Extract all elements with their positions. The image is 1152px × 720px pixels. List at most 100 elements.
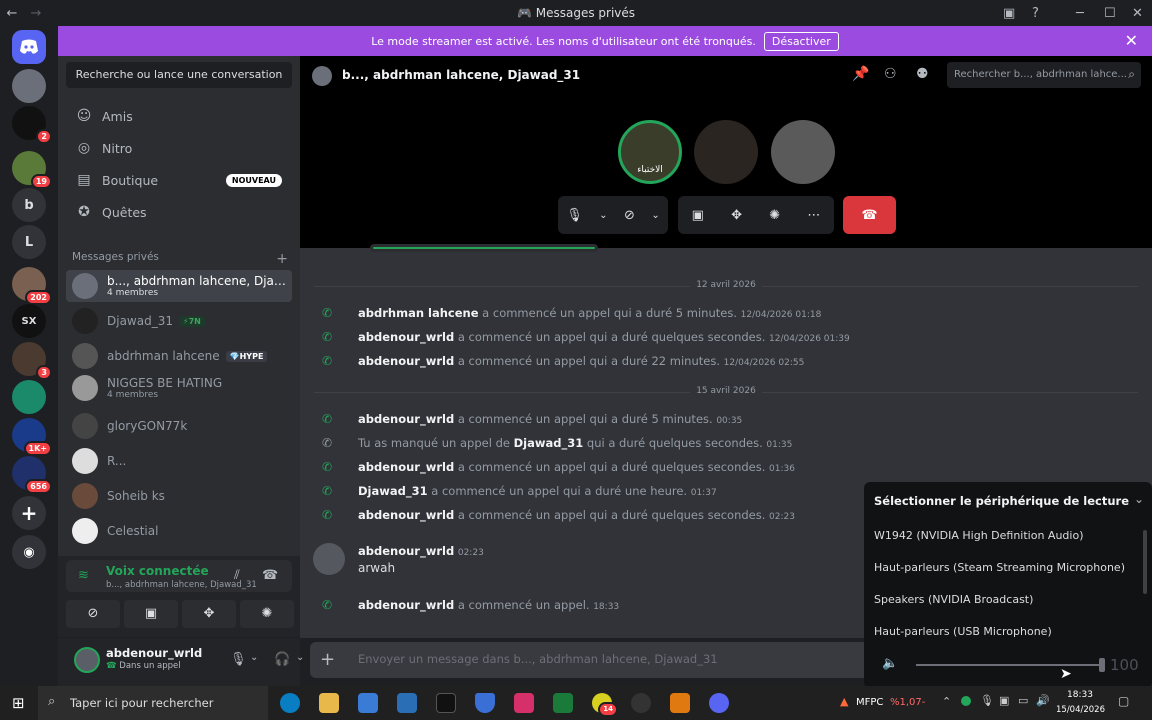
server-icon[interactable]: 19 (12, 151, 52, 189)
dm-item[interactable]: gloryGON77k (66, 410, 292, 442)
camera-off-icon: ⊘ (624, 207, 635, 223)
noise-suppression-icon[interactable]: ⫽ (234, 568, 240, 583)
nav-quests[interactable]: ✪ Quêtes (66, 197, 292, 227)
server-icon[interactable]: L (12, 225, 46, 259)
phone-icon: ✆ (322, 460, 333, 474)
message-input[interactable]: Envoyer un message dans b..., abdrhman l… (358, 652, 718, 666)
volume-icon[interactable]: 🔊 (1036, 694, 1050, 707)
server-icon[interactable] (12, 380, 46, 414)
close-window-button[interactable]: ✕ (1132, 0, 1143, 26)
dm-item[interactable]: abdrhman lahcene 💎HYPE (66, 340, 292, 372)
device-option[interactable]: Speakers (NVIDIA Broadcast) (874, 593, 1033, 606)
server-icon[interactable]: b (12, 188, 46, 222)
clock-time[interactable]: 18:33 (1058, 690, 1102, 700)
store-icon[interactable] (358, 693, 378, 713)
clock-date[interactable]: 15/04/2026 (1056, 705, 1105, 715)
disconnect-icon[interactable]: ☎ (262, 568, 278, 583)
activities-button[interactable]: ✥ (182, 600, 236, 628)
add-dm-button[interactable]: + (276, 251, 288, 267)
nav-friends[interactable]: ☺ Amis (66, 101, 292, 131)
maximize-button[interactable]: ☐ (1104, 0, 1116, 26)
tray-icon[interactable]: ▣ (999, 694, 1009, 707)
close-banner-icon[interactable]: ✕ (1125, 31, 1138, 50)
instagram-icon[interactable] (514, 693, 534, 713)
upload-plus-icon[interactable]: + (320, 649, 335, 670)
mic-toggle[interactable]: 🎙 ⌄ ⊘ ⌄ (558, 196, 668, 234)
headset-icon[interactable]: 🎧 (274, 652, 290, 667)
call-actions[interactable]: ▣ ✥ ✺ ⋯ (678, 196, 834, 234)
members-icon[interactable]: ⚉ (916, 66, 929, 82)
volume-knob[interactable] (1099, 658, 1105, 672)
server-icon[interactable]: 2 (12, 106, 52, 144)
inbox-icon[interactable]: ▣ (1003, 0, 1015, 26)
pin-icon[interactable]: 📌 (852, 66, 869, 82)
voice-status[interactable]: Voix connectée (106, 564, 209, 578)
device-option[interactable]: Haut-parleurs (Steam Streaming Microphon… (874, 561, 1125, 574)
phone-icon: ✆ (322, 330, 333, 344)
help-icon[interactable]: ? (1032, 0, 1039, 26)
disable-streamer-button[interactable]: Désactiver (763, 31, 839, 51)
dm-item[interactable]: NIGGES BE HATING 4 membres (66, 372, 292, 404)
participant-avatar[interactable]: الاختباء (618, 120, 682, 184)
file-explorer-icon[interactable] (319, 693, 339, 713)
speaker-icon: 🔈 (882, 656, 899, 671)
dm-section-header: Messages privés + (72, 251, 288, 267)
server-icon[interactable]: 3 (12, 342, 52, 380)
avatar[interactable] (313, 543, 345, 575)
back-button[interactable]: ← (0, 6, 24, 21)
network-icon[interactable]: ▭ (1018, 694, 1028, 707)
hang-up-button[interactable]: ☎ (843, 196, 896, 234)
camera-off-button[interactable]: ⊘ (66, 600, 120, 628)
mail-icon[interactable] (397, 693, 417, 713)
server-icon[interactable]: 656 (12, 456, 52, 494)
nav-shop[interactable]: ▤ Boutique NOUVEAU (66, 165, 292, 195)
windows-start-icon[interactable]: ⊞ (12, 694, 25, 712)
app-icon[interactable]: 14 (592, 693, 618, 717)
chat-title[interactable]: b..., abdrhman lahcene, Djawad_31 (342, 68, 580, 82)
screen-share-button[interactable]: ▣ (124, 600, 178, 628)
taskbar-search[interactable]: ⌕ Taper ici pour rechercher (38, 686, 268, 720)
dm-item[interactable]: R... (66, 445, 292, 477)
device-option[interactable]: Haut-parleurs (USB Microphone) (874, 625, 1052, 638)
notification-icon[interactable]: ▢ (1118, 694, 1129, 708)
tiktok-icon[interactable] (436, 693, 456, 713)
discord-home-icon[interactable] (12, 30, 46, 64)
soundboard-button[interactable]: ✺ (240, 600, 294, 628)
discord-taskbar-icon[interactable] (709, 693, 729, 713)
edge-icon[interactable] (280, 693, 300, 713)
vlc-icon[interactable] (670, 693, 690, 713)
find-conversation-button[interactable]: Recherche ou lance une conversation (66, 62, 292, 88)
forward-button[interactable]: → (24, 6, 48, 21)
add-friends-icon[interactable]: ⚇ (884, 66, 897, 82)
server-icon[interactable] (12, 69, 46, 103)
nav-nitro[interactable]: ◎ Nitro (66, 133, 292, 163)
phone-icon: ✆ (322, 354, 333, 368)
app-icon[interactable] (631, 693, 651, 713)
chevron-up-icon[interactable]: ⌃ (942, 695, 951, 708)
dm-item[interactable]: Djawad_31 ⚡7N (66, 305, 292, 337)
status-dot-icon[interactable] (961, 696, 971, 706)
app-icon[interactable] (553, 693, 573, 713)
server-icon[interactable]: 202 (12, 267, 52, 305)
security-icon[interactable] (475, 693, 495, 713)
dm-item[interactable]: b..., abdrhman lahcene, Djawad... 4 membr… (66, 270, 292, 302)
dm-item[interactable]: Celestial (66, 515, 292, 547)
avatar[interactable] (74, 647, 100, 673)
chevron-down-icon[interactable]: ⌄ (250, 652, 258, 663)
device-option[interactable]: W1942 (NVIDIA High Definition Audio) (874, 529, 1084, 542)
participant-avatar[interactable] (694, 120, 758, 184)
mic-icon[interactable]: 🎙 (980, 694, 994, 707)
chevron-down-icon[interactable]: ⌄ (1134, 492, 1144, 506)
chevron-down-icon[interactable]: ⌄ (296, 652, 304, 663)
server-icon[interactable]: 1K+ (12, 418, 52, 456)
dm-item[interactable]: Soheib ks (66, 480, 292, 512)
discover-icon[interactable]: ◉ (12, 535, 46, 569)
search-input[interactable]: Rechercher b..., abdrhman lahce... ⌕ (947, 62, 1141, 88)
server-icon[interactable]: SX (12, 304, 46, 338)
stock-change: %1,07- (890, 697, 926, 708)
minimize-button[interactable]: ─ (1076, 0, 1084, 26)
participant-avatar[interactable] (771, 120, 835, 184)
scrollbar[interactable] (1143, 530, 1147, 594)
mic-icon[interactable]: 🎙 (230, 652, 247, 667)
add-server-icon[interactable]: + (12, 496, 46, 530)
